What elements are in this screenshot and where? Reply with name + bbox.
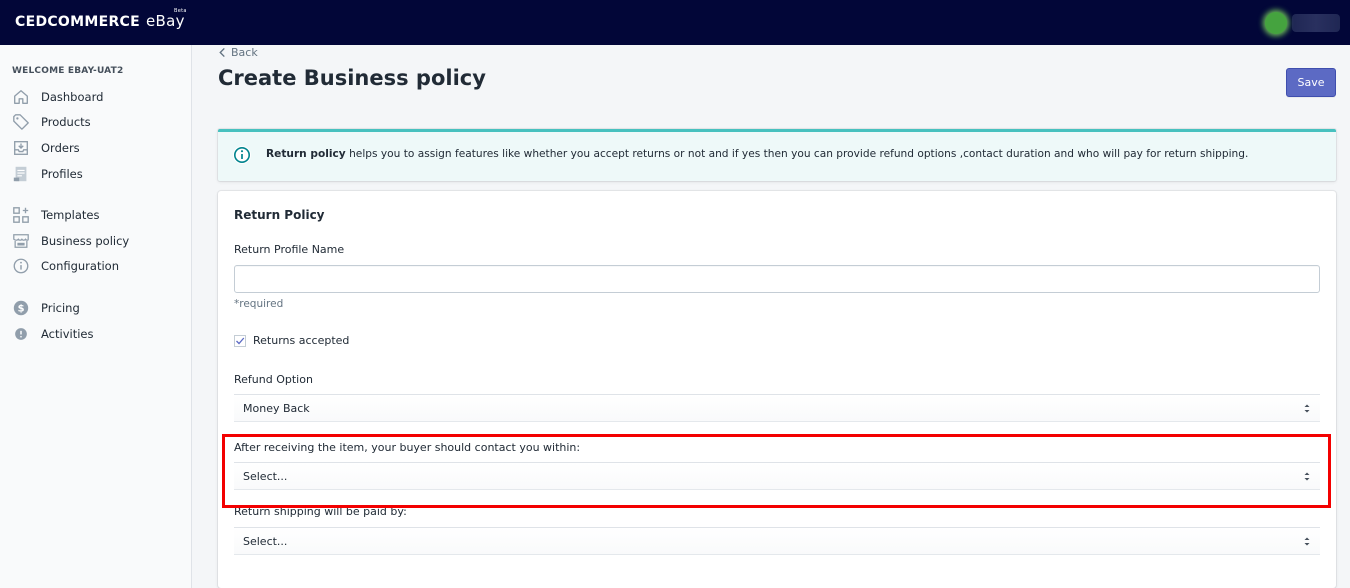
select-arrows-icon [1304, 404, 1310, 413]
back-label: Back [231, 46, 258, 59]
sidebar-item-label: Orders [41, 141, 80, 155]
beta-badge: Beta [174, 8, 187, 14]
sidebar-item-activities[interactable]: Activities [12, 324, 187, 344]
select-value: Money Back [243, 402, 310, 415]
sidebar-item-orders[interactable]: Orders [12, 138, 187, 158]
shipping-paid-by-label: Return shipping will be paid by: [234, 505, 407, 518]
select-value: Select... [243, 535, 288, 548]
banner-bold-text: Return policy [266, 148, 346, 160]
user-name-blurred[interactable] [1292, 14, 1340, 32]
page-title: Create Business policy [218, 66, 486, 90]
sidebar-item-label: Products [41, 115, 91, 129]
sidebar-item-label: Profiles [41, 167, 83, 181]
brand-ebay: eBay Beta [145, 8, 187, 30]
banner-text: Return policy helps you to assign featur… [266, 148, 1248, 160]
sidebar-item-label: Dashboard [41, 90, 104, 104]
sidebar-item-templates[interactable]: Templates [12, 205, 187, 225]
document-icon [13, 166, 27, 182]
apps-icon [13, 207, 29, 223]
required-hint: *required [234, 298, 284, 310]
refund-option-select[interactable]: Money Back [234, 394, 1320, 422]
chevron-left-icon [219, 47, 225, 58]
info-icon [13, 258, 29, 274]
sidebar-item-label: Business policy [41, 234, 130, 248]
sidebar-item-pricing[interactable]: $ Pricing [12, 298, 187, 318]
svg-text:$: $ [18, 304, 25, 315]
returns-accepted-label: Returns accepted [253, 334, 350, 347]
save-button[interactable]: Save [1286, 68, 1336, 97]
select-value: Select... [243, 470, 288, 483]
banner-body-text: helps you to assign features like whethe… [345, 148, 1249, 160]
sidebar-item-label: Configuration [41, 259, 119, 273]
dollar-icon: $ [13, 300, 29, 316]
sidebar: WELCOME EBAY-UAT2 Dashboard Products Ord… [0, 45, 192, 588]
home-icon [14, 90, 28, 104]
contact-within-select[interactable]: Select... [234, 462, 1320, 490]
sidebar-item-label: Activities [41, 327, 94, 341]
sidebar-item-business-policy[interactable]: Business policy [12, 231, 187, 251]
return-policy-card: Return Policy Return Profile Name *requi… [218, 191, 1336, 588]
section-title: Return Policy [234, 208, 325, 222]
contact-within-label: After receiving the item, your buyer sho… [234, 441, 581, 454]
back-link[interactable]: Back [218, 46, 258, 59]
info-banner: Return policy helps you to assign featur… [218, 129, 1336, 181]
info-circle-icon [233, 146, 251, 164]
returns-accepted-checkbox[interactable]: Returns accepted [234, 334, 349, 347]
top-bar: CEDCOMMERCE eBay Beta [0, 0, 1350, 45]
inbox-icon [14, 141, 28, 155]
tag-icon [13, 114, 29, 130]
profile-name-label: Return Profile Name [234, 243, 345, 256]
store-icon [13, 234, 29, 248]
checkmark-icon [234, 334, 246, 347]
select-arrows-icon [1304, 537, 1310, 546]
brand-name: CEDCOMMERCE [15, 14, 140, 30]
sidebar-item-products[interactable]: Products [12, 112, 187, 132]
user-avatar[interactable] [1265, 12, 1287, 34]
shipping-paid-by-select[interactable]: Select... [234, 527, 1320, 555]
welcome-text: WELCOME EBAY-UAT2 [12, 66, 124, 76]
return-profile-name-input[interactable] [234, 265, 1320, 293]
sidebar-item-label: Templates [41, 208, 100, 222]
sidebar-item-configuration[interactable]: Configuration [12, 256, 187, 276]
sidebar-item-profiles[interactable]: Profiles [12, 164, 187, 184]
select-arrows-icon [1304, 472, 1310, 481]
sidebar-item-label: Pricing [41, 301, 80, 315]
alert-icon [15, 328, 27, 340]
sidebar-item-dashboard[interactable]: Dashboard [12, 87, 187, 107]
refund-option-label: Refund Option [234, 373, 313, 386]
brand-logo[interactable]: CEDCOMMERCE eBay Beta [15, 8, 187, 30]
